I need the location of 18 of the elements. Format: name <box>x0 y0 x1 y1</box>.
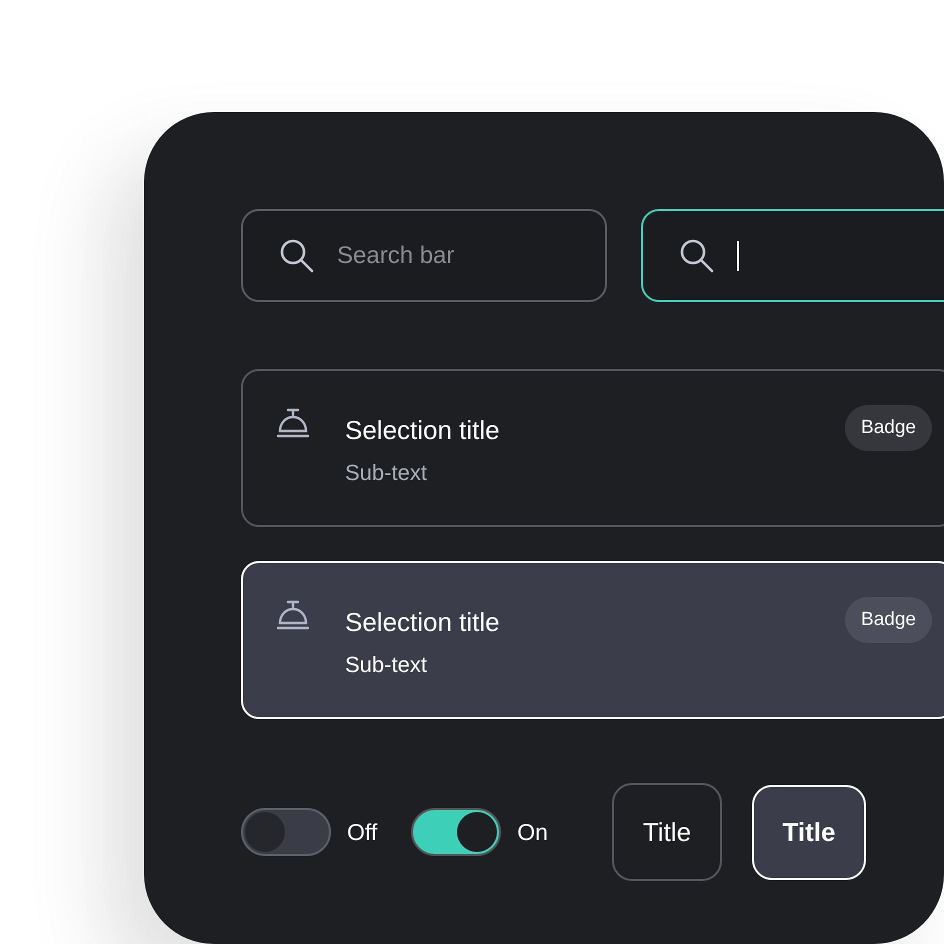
selection-card[interactable]: Selection title Sub-text Badge <box>241 561 944 719</box>
search-placeholder: Search bar <box>337 242 454 270</box>
selection-card[interactable]: Selection title Sub-text Badge <box>241 369 944 527</box>
search-field[interactable] <box>641 209 944 302</box>
search-field[interactable]: Search bar <box>241 209 607 302</box>
sub-text: Sub-text <box>345 460 428 486</box>
selection-title: Selection title <box>345 607 501 638</box>
title-button[interactable]: Title <box>612 783 722 881</box>
selection-title: Selection title <box>345 415 501 446</box>
toggle-switch[interactable] <box>411 808 502 856</box>
title-button[interactable]: Title <box>752 784 866 880</box>
toggle-switch[interactable] <box>241 808 331 856</box>
toggle-label: Off <box>347 818 378 846</box>
sub-text: Sub-text <box>345 652 428 678</box>
text-cursor <box>737 240 739 270</box>
badge: Badge <box>845 597 932 643</box>
toggle-label: On <box>517 818 548 846</box>
badge: Badge <box>845 405 932 451</box>
